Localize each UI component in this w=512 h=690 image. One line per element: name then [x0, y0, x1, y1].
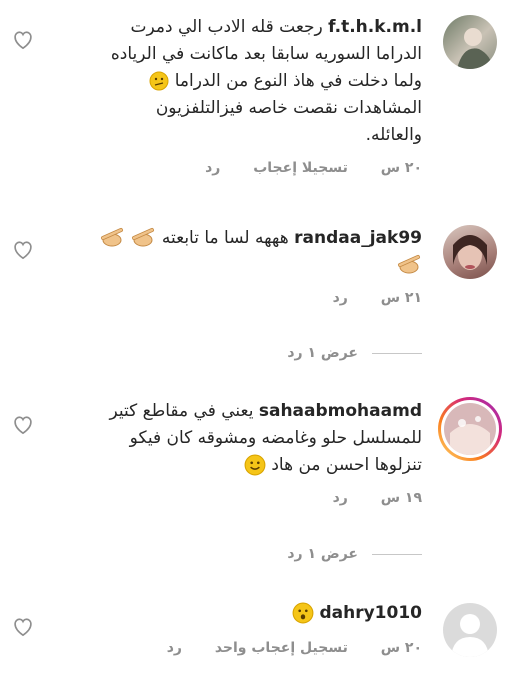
- comment-text-line: تنزلوها احسن من هاد: [271, 455, 422, 475]
- heart-outline-icon[interactable]: [12, 415, 34, 435]
- comment-text-line: ولما دخلت في هاذ النوع من الدراما: [174, 71, 422, 91]
- reply-button[interactable]: رد: [333, 290, 348, 306]
- hushed-face-emoji: [292, 602, 314, 624]
- comment-username[interactable]: f.t.h.k.m.l: [328, 17, 422, 37]
- comment-body: f.t.h.k.m.l رجعت قله الادب الي دمرت الدر…: [42, 14, 422, 149]
- comment-body: sahaabmohaamd يعني في مقاطع كتير للمسلسل…: [42, 398, 422, 479]
- default-avatar-icon: [451, 614, 489, 657]
- reply-button[interactable]: رد: [205, 160, 220, 176]
- heart-outline-icon[interactable]: [12, 30, 34, 50]
- comment-meta: ٢١ س رد: [333, 290, 422, 306]
- comment-body: randaa_jak99 هههه لسا ما تابعته: [42, 225, 422, 279]
- smiling-face-emoji: [244, 454, 266, 476]
- comment-meta: ٢٠ س تسجيل إعجاب واحد رد: [167, 640, 422, 656]
- reply-button[interactable]: رد: [167, 640, 182, 656]
- avatar-image: [457, 28, 493, 69]
- comment-text-line: المشاهدات نقصت خاصه فيزالتلفزيون: [155, 98, 422, 118]
- comment-meta: ١٩ س رد: [333, 490, 422, 506]
- comment-time: ٢١ س: [380, 290, 422, 306]
- comment-username[interactable]: dahry1010: [319, 603, 422, 623]
- comment-text-line: هههه لسا ما تابعته: [161, 228, 289, 248]
- heart-outline-icon[interactable]: [12, 617, 34, 637]
- view-replies-label: عرض ١ رد: [287, 546, 358, 562]
- comment-time: ٢٠ س: [380, 640, 422, 656]
- comment-time: ٢٠ س: [380, 160, 422, 176]
- avatar-sahaabmohaamd[interactable]: [438, 397, 502, 461]
- comment-text-line: والعائله.: [365, 125, 422, 145]
- view-replies-button[interactable]: عرض ١ رد: [287, 546, 422, 562]
- peace-hand-emoji: [101, 228, 124, 247]
- view-replies-button[interactable]: عرض ١ رد: [287, 345, 422, 361]
- peace-hand-emoji: [132, 228, 155, 247]
- comment-username[interactable]: randaa_jak99: [294, 228, 422, 248]
- peace-hand-emoji: [398, 255, 420, 274]
- comment-text-line: رجعت قله الادب الي دمرت: [130, 17, 323, 37]
- likes-count-button[interactable]: تسجيل إعجاب واحد: [215, 640, 348, 656]
- avatar-f-t-h-k-m-l[interactable]: [443, 15, 497, 69]
- avatar-dahry1010[interactable]: [443, 603, 497, 657]
- avatar-image: [453, 235, 487, 270]
- comment-text-line: الدراما السوريه سابقا بعد ماكانت في الري…: [110, 44, 422, 64]
- avatar-randaa-jak99[interactable]: [443, 225, 497, 279]
- comment-text-line: للمسلسل حلو وغامضه ومشوقه كان فيكو: [129, 428, 422, 448]
- comment-text-line: يعني في مقاطع كتير: [109, 401, 254, 421]
- likes-count-button[interactable]: تسجيلا إعجاب: [253, 160, 348, 176]
- heart-outline-icon[interactable]: [12, 240, 34, 260]
- comment-time: ١٩ س: [380, 490, 422, 506]
- avatar-image: [444, 403, 496, 455]
- view-replies-label: عرض ١ رد: [287, 345, 358, 361]
- confused-face-emoji: [149, 71, 169, 91]
- comment-meta: ٢٠ س تسجيلا إعجاب رد: [205, 160, 422, 176]
- divider-line: [372, 352, 422, 354]
- comment-username[interactable]: sahaabmohaamd: [259, 401, 422, 421]
- divider-line: [372, 553, 422, 555]
- comment-body: dahry1010: [42, 600, 422, 627]
- reply-button[interactable]: رد: [333, 490, 348, 506]
